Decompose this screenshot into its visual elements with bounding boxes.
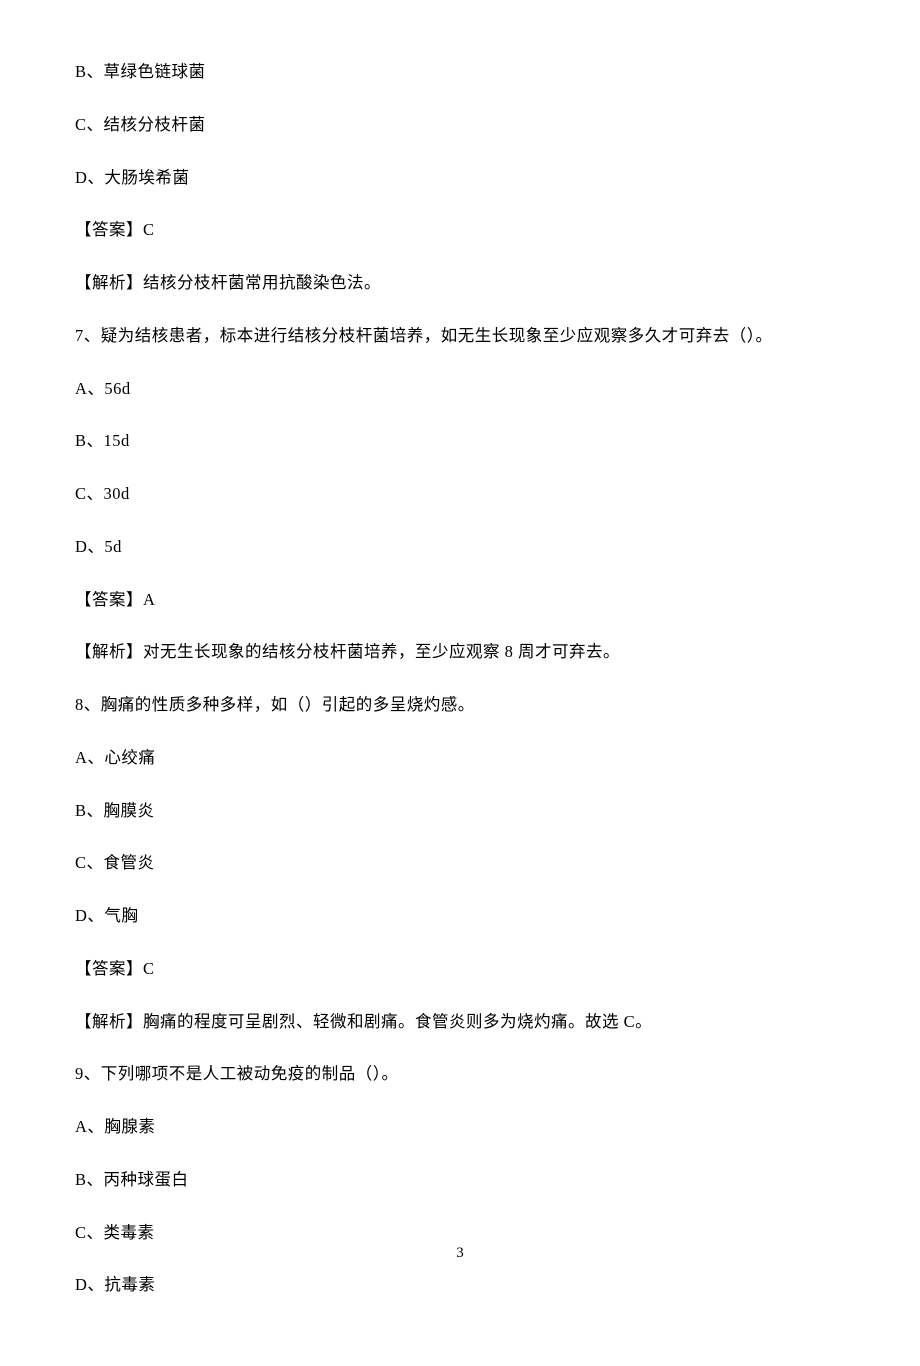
option-c-q9: C、类毒素 [75,1221,845,1246]
option-b-q6: B、草绿色链球菌 [75,60,845,85]
question-9: 9、下列哪项不是人工被动免疫的制品（）。 [75,1062,845,1087]
option-d-q7: D、5d [75,535,845,560]
document-page: B、草绿色链球菌 C、结核分枝杆菌 D、大肠埃希菌 【答案】C 【解析】结核分枝… [0,0,920,1366]
answer-q8: 【答案】C [75,957,845,982]
option-b-q7: B、15d [75,429,845,454]
answer-q7: 【答案】A [75,588,845,613]
question-8: 8、胸痛的性质多种多样，如（）引起的多呈烧灼感。 [75,693,845,718]
option-d-q6: D、大肠埃希菌 [75,166,845,191]
option-b-q9: B、丙种球蛋白 [75,1168,845,1193]
explanation-q7: 【解析】对无生长现象的结核分枝杆菌培养，至少应观察 8 周才可弃去。 [75,640,845,665]
answer-q6: 【答案】C [75,218,845,243]
option-b-q8: B、胸膜炎 [75,799,845,824]
option-c-q6: C、结核分枝杆菌 [75,113,845,138]
option-a-q8: A、心绞痛 [75,746,845,771]
option-d-q9: D、抗毒素 [75,1273,845,1298]
option-d-q8: D、气胸 [75,904,845,929]
option-c-q7: C、30d [75,482,845,507]
explanation-q8: 【解析】胸痛的程度可呈剧烈、轻微和剧痛。食管炎则多为烧灼痛。故选 C。 [75,1010,845,1035]
option-a-q9: A、胸腺素 [75,1115,845,1140]
option-c-q8: C、食管炎 [75,851,845,876]
explanation-q6: 【解析】结核分枝杆菌常用抗酸染色法。 [75,271,845,296]
page-number: 3 [0,1245,920,1262]
option-a-q7: A、56d [75,377,845,402]
question-7: 7、疑为结核患者，标本进行结核分枝杆菌培养，如无生长现象至少应观察多久才可弃去（… [75,324,845,349]
